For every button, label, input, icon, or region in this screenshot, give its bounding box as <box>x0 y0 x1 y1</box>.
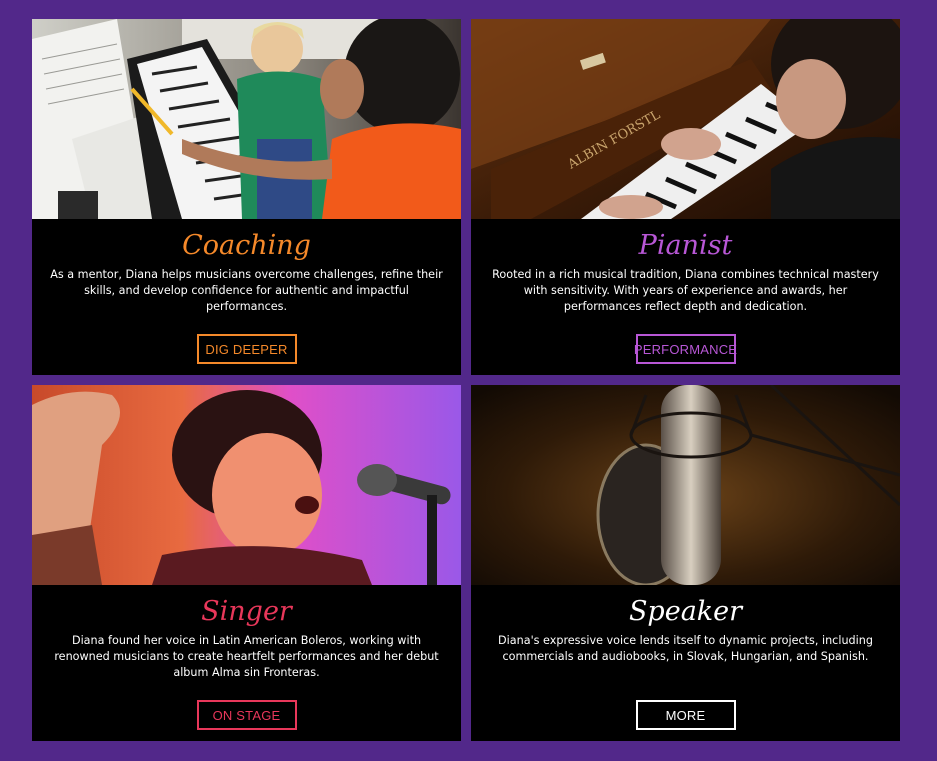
card-description: Diana found her voice in Latin American … <box>54 634 439 679</box>
card-title: Pianist <box>638 230 733 261</box>
card-singer: Singer Diana found her voice in Latin Am… <box>32 385 461 741</box>
coaching-photo <box>32 19 461 219</box>
performance-button[interactable]: PERFORMANCE <box>634 334 737 364</box>
card-title: Speaker <box>628 596 743 627</box>
more-button[interactable]: MORE <box>635 700 736 730</box>
card-speaker: Speaker Diana's expressive voice lends i… <box>471 385 900 741</box>
dig-deeper-button[interactable]: DIG DEEPER <box>196 334 297 364</box>
card-description: Rooted in a rich musical tradition, Dian… <box>492 268 879 313</box>
singer-photo <box>32 385 461 585</box>
card-title: Coaching <box>182 230 311 261</box>
card-title: Singer <box>201 596 292 627</box>
card-pianist: ALBIN FORSTL Pianist Rooted in a rich mu… <box>471 19 900 375</box>
pianist-photo: ALBIN FORSTL <box>471 19 900 219</box>
card-description: As a mentor, Diana helps musicians overc… <box>50 268 443 313</box>
card-description: Diana's expressive voice lends itself to… <box>498 634 873 663</box>
speaker-photo <box>471 385 900 585</box>
services-grid: Coaching As a mentor, Diana helps musici… <box>32 19 900 741</box>
card-coaching: Coaching As a mentor, Diana helps musici… <box>32 19 461 375</box>
on-stage-button[interactable]: ON STAGE <box>196 700 297 730</box>
